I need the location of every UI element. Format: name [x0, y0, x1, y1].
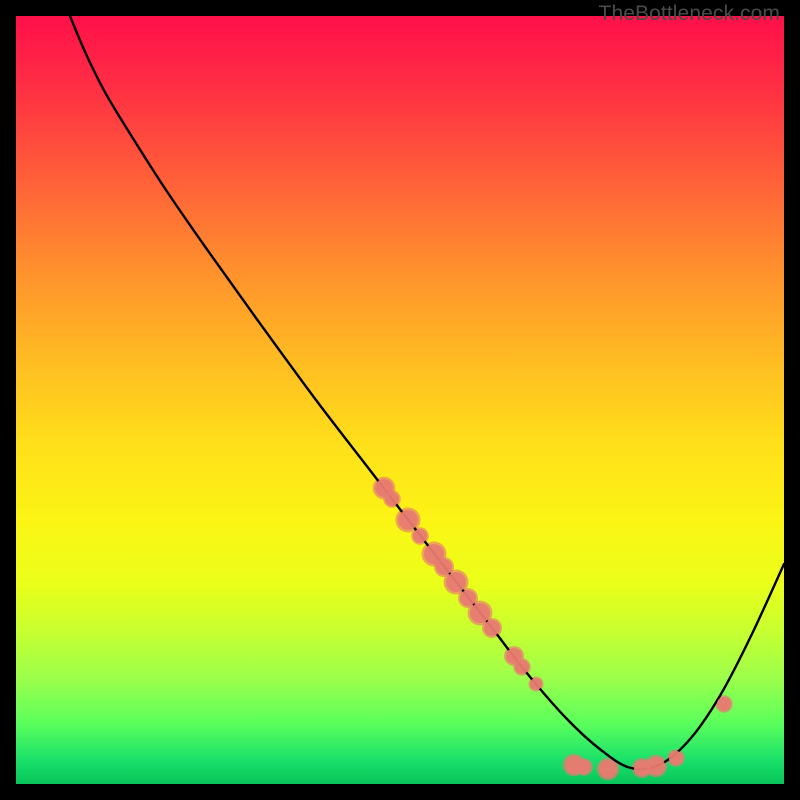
- data-marker: [669, 751, 683, 765]
- data-marker: [398, 510, 418, 530]
- bottleneck-curve: [70, 16, 784, 769]
- data-marker: [484, 620, 500, 636]
- data-marker: [436, 559, 452, 575]
- data-marker: [717, 697, 731, 711]
- markers-front: [375, 479, 731, 778]
- data-marker: [446, 572, 466, 592]
- data-marker: [530, 678, 542, 690]
- data-marker: [385, 492, 399, 506]
- data-marker: [460, 590, 476, 606]
- data-marker: [647, 757, 665, 775]
- data-marker: [413, 529, 427, 543]
- watermark-text: TheBottleneck.com: [599, 2, 780, 26]
- chart-svg: [16, 16, 784, 784]
- data-marker: [515, 660, 529, 674]
- data-marker: [577, 760, 591, 774]
- markers-behind: [373, 477, 733, 781]
- data-marker: [599, 760, 617, 778]
- data-marker: [470, 603, 490, 623]
